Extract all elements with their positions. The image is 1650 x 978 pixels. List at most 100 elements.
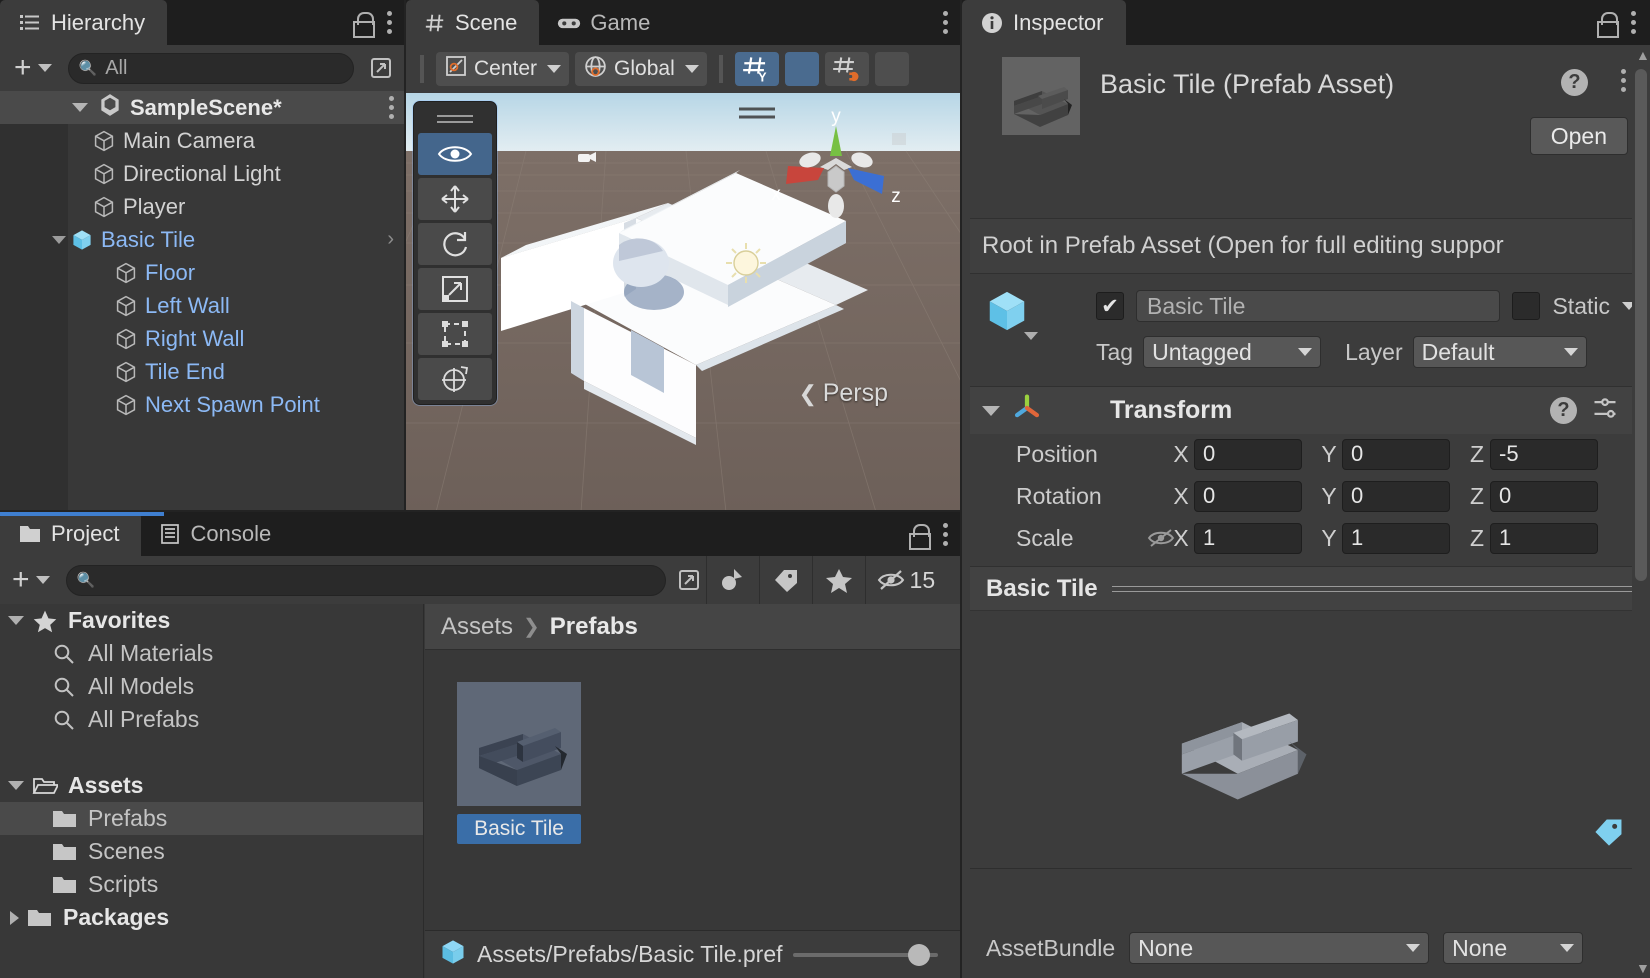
filter-favorites-button[interactable] (811, 556, 865, 604)
lock-icon[interactable] (909, 523, 931, 550)
move-tool-button[interactable] (418, 178, 492, 220)
help-icon[interactable]: ? (1561, 69, 1588, 96)
add-object-button[interactable]: + (8, 53, 58, 83)
handle-space-dropdown[interactable]: Global (575, 52, 707, 86)
filter-by-label-button[interactable] (758, 556, 812, 604)
collapse-triangle-icon[interactable] (10, 910, 19, 925)
pivot-mode-dropdown[interactable]: Center (436, 52, 570, 86)
rect-tool-button[interactable] (418, 313, 492, 355)
tab-game[interactable]: Game (539, 0, 672, 45)
create-asset-button[interactable]: + (6, 565, 56, 595)
overlay-drag-handle[interactable] (437, 112, 473, 126)
hierarchy-item[interactable]: Floor (0, 256, 406, 289)
view-tool-button[interactable] (418, 133, 492, 175)
expand-triangle-icon[interactable] (52, 235, 66, 244)
search-expand-button[interactable] (364, 51, 398, 85)
grid-options-dropdown[interactable] (784, 52, 819, 86)
preset-icon[interactable] (1591, 394, 1619, 427)
asset-context-menu-icon[interactable] (1621, 69, 1626, 92)
rotate-tool-button[interactable] (418, 223, 492, 265)
hierarchy-item[interactable]: Right Wall (0, 322, 406, 355)
layer-dropdown[interactable]: Default (1412, 336, 1587, 368)
transform-scale-z[interactable]: 1 (1490, 522, 1598, 554)
transform-position-x[interactable]: 0 (1194, 438, 1302, 470)
scroll-up-icon[interactable]: ▲ (1636, 47, 1650, 63)
transform-rotation-y[interactable]: 0 (1342, 480, 1450, 512)
panel-divider-inspector[interactable] (960, 0, 962, 978)
transform-rotation-x[interactable]: 0 (1194, 480, 1302, 512)
filter-by-type-button[interactable] (705, 556, 759, 604)
transform-tool-button[interactable] (418, 358, 492, 400)
lock-icon[interactable] (1597, 11, 1619, 38)
expand-triangle-icon[interactable] (8, 781, 24, 790)
scrollbar-thumb[interactable] (1635, 69, 1647, 581)
project-tree-item[interactable]: Prefabs (0, 802, 423, 835)
project-tree-item[interactable]: Scripts (0, 868, 423, 901)
hierarchy-search-input[interactable]: 🔍 All (67, 52, 354, 84)
scene-viewport[interactable]: y x z ❮ Persp (406, 93, 962, 512)
scene-row-menu-icon[interactable] (389, 96, 394, 119)
hierarchy-item[interactable]: Directional Light (0, 157, 406, 190)
prefab-open-chevron-icon[interactable]: › (387, 228, 394, 251)
hierarchy-menu-icon[interactable] (387, 11, 392, 34)
transform-rotation-z[interactable]: 0 (1490, 480, 1598, 512)
transform-component-header[interactable]: Transform ? (970, 386, 1650, 434)
inspector-menu-icon[interactable] (1631, 11, 1636, 34)
transform-scale-y[interactable]: 1 (1342, 522, 1450, 554)
chevron-down-icon[interactable] (1024, 332, 1038, 340)
hierarchy-item[interactable]: Player (0, 190, 406, 223)
transform-position-z[interactable]: -5 (1490, 438, 1598, 470)
scene-root-row[interactable]: SampleScene* (0, 91, 406, 124)
project-tree-item[interactable]: Packages (0, 901, 423, 934)
asset-preview-area[interactable] (970, 610, 1650, 868)
tab-scene[interactable]: Scene (406, 0, 540, 45)
project-tree-item[interactable]: Assets (0, 769, 423, 802)
transform-scale-x[interactable]: 1 (1194, 522, 1302, 554)
project-menu-icon[interactable] (943, 523, 948, 546)
tab-inspector[interactable]: Inspector (962, 0, 1126, 45)
hierarchy-item[interactable]: Basic Tile › (0, 223, 406, 256)
hierarchy-item[interactable]: Main Camera (0, 124, 406, 157)
project-tree-item[interactable]: All Prefabs (0, 703, 423, 736)
grid-visibility-toggle[interactable]: Y (734, 52, 779, 86)
transform-position-y[interactable]: 0 (1342, 438, 1450, 470)
expand-triangle-icon[interactable] (8, 616, 24, 625)
tag-dropdown[interactable]: Untagged (1143, 336, 1322, 368)
inspector-scrollbar[interactable]: ▲ ▼ (1632, 45, 1650, 978)
scale-tool-button[interactable] (418, 268, 492, 310)
project-search-expand-button[interactable] (672, 563, 706, 597)
static-checkbox[interactable] (1512, 292, 1541, 320)
hierarchy-item[interactable]: Left Wall (0, 289, 406, 322)
slider-knob[interactable] (907, 943, 930, 966)
thumbnail-size-slider[interactable] (792, 940, 938, 970)
collapse-triangle-icon[interactable] (982, 405, 1000, 416)
assetbundle-name-dropdown[interactable]: None (1129, 932, 1430, 964)
constrain-proportions-icon[interactable] (1146, 526, 1176, 550)
hierarchy-item[interactable]: Next Spawn Point (0, 388, 406, 421)
tab-project[interactable]: Project (0, 512, 142, 556)
lock-icon[interactable] (353, 11, 375, 38)
open-prefab-button[interactable]: Open (1529, 117, 1628, 155)
expand-triangle-icon[interactable] (72, 103, 88, 112)
help-icon[interactable]: ? (1550, 397, 1577, 424)
tab-hierarchy[interactable]: Hierarchy (0, 0, 168, 45)
snap-options-dropdown[interactable] (874, 52, 909, 86)
object-name-input[interactable]: Basic Tile (1136, 290, 1501, 322)
snap-increment-toggle[interactable] (824, 52, 869, 86)
scroll-down-icon[interactable]: ▼ (1636, 960, 1650, 976)
tab-console[interactable]: Console (141, 512, 293, 556)
project-search-input[interactable]: 🔍 (65, 564, 666, 596)
asset-labels-icon[interactable] (1592, 815, 1626, 854)
asset-item[interactable]: Basic Tile (457, 682, 581, 844)
project-tree-item[interactable]: All Materials (0, 637, 423, 670)
project-tree-item[interactable]: All Models (0, 670, 423, 703)
object-enabled-checkbox[interactable]: ✔ (1096, 292, 1124, 320)
project-tree-item[interactable]: Scenes (0, 835, 423, 868)
hierarchy-item[interactable]: Tile End (0, 355, 406, 388)
project-tree-item[interactable]: Favorites (0, 604, 423, 637)
hidden-packages-toggle[interactable]: 15 (864, 556, 946, 604)
breadcrumb-current[interactable]: Prefabs (550, 613, 638, 641)
breadcrumb-root[interactable]: Assets (441, 613, 513, 641)
assetbundle-variant-dropdown[interactable]: None (1443, 932, 1584, 964)
scene-menu-icon[interactable] (943, 11, 948, 34)
